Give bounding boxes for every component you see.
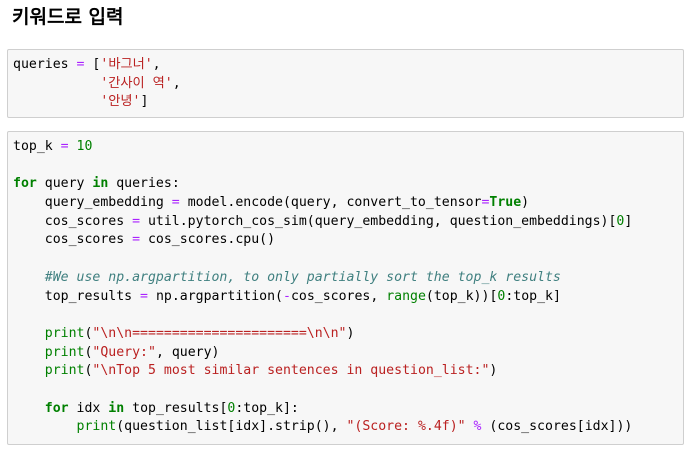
code-token: = [140, 288, 148, 304]
code-token: = [132, 232, 141, 248]
code-token: print [44, 363, 85, 379]
code-cell-queries[interactable]: queries = ['바그너', '간사이 역', '안녕'] [7, 49, 684, 118]
code-line: for query in queries: [13, 175, 683, 194]
code-token: (top_k))[ [425, 288, 498, 304]
code-line: cos_scores = cos_scores.cpu() [13, 231, 683, 250]
code-token: query [36, 176, 93, 192]
code-token: ) [521, 195, 530, 211]
code-token: cos_scores [13, 213, 133, 229]
code-line: print("\nTop 5 most similar sentences in… [13, 362, 683, 381]
code-token: = [60, 139, 69, 154]
code-token: ] [624, 213, 633, 229]
code-token: , [152, 57, 161, 72]
code-token: "\n\n======================\n\n" [92, 325, 347, 341]
code-token: ] [140, 94, 149, 110]
code-token: in [92, 176, 109, 192]
code-token: range [386, 288, 426, 304]
code-token: "\nTop 5 most similar sentences in quest… [92, 363, 490, 379]
code-token: #We use np.argpartition, to only partial… [44, 269, 561, 285]
code-token: '바그너' [100, 57, 153, 72]
code-token: '간사이 역' [100, 75, 173, 91]
code-token: True [489, 195, 522, 211]
code-token: "Query:" [92, 344, 156, 360]
code-token: '안녕' [100, 94, 141, 110]
code-block: top_k = 10 for query in queries: query_e… [8, 132, 683, 437]
code-token: top_results[ [124, 400, 228, 416]
code-line: '안녕'] [13, 93, 683, 112]
code-token: top_k [13, 139, 61, 154]
code-line: queries = ['바그너', [13, 56, 683, 75]
code-line: cos_scores = util.pytorch_cos_sim(query_… [13, 213, 683, 232]
code-token: util.pytorch_cos_sim(query_embedding, qu… [140, 213, 617, 229]
code-token: print [44, 344, 85, 360]
code-token: , query) [155, 344, 220, 360]
code-token: queries [13, 57, 77, 72]
code-token: for [13, 176, 37, 192]
code-token: = [171, 195, 180, 211]
code-token: idx [68, 400, 109, 416]
code-token: cos_scores.cpu() [140, 232, 276, 248]
code-line: top_results = np.argpartition(-cos_score… [13, 288, 683, 307]
section-heading: 키워드로 입력 [12, 6, 124, 28]
code-token: 10 [76, 139, 93, 154]
code-token: (cos_scores[idx])) [481, 419, 633, 435]
code-token: queries: [108, 176, 180, 192]
code-line: for idx in top_results[0:top_k]: [13, 400, 683, 419]
code-token: , [172, 75, 181, 91]
code-token: ) [489, 363, 498, 379]
code-token: query_embedding [13, 195, 172, 211]
code-token: top_results [13, 288, 141, 304]
code-token: [ [84, 57, 101, 72]
code-cell-search[interactable]: top_k = 10 for query in queries: query_e… [7, 131, 684, 445]
code-token: print [76, 419, 117, 435]
code-token: = [132, 213, 141, 229]
code-token: - [282, 288, 291, 304]
code-token: "(Score: %.4f)" [346, 419, 466, 435]
code-line: print(question_list[idx].strip(), "(Scor… [13, 418, 683, 437]
code-token: cos_scores [13, 232, 133, 248]
code-token: :top_k]: [235, 400, 299, 416]
code-token: model.encode(query, convert_to_tensor [179, 195, 482, 211]
code-block: queries = ['바그너', '간사이 역', '안녕'] [8, 50, 683, 112]
code-line: print("\n\n======================\n\n") [13, 325, 683, 344]
code-line: query_embedding = model.encode(query, co… [13, 194, 683, 213]
code-line: '간사이 역', [13, 75, 683, 94]
code-token: print [44, 325, 85, 341]
code-token: (question_list[idx].strip(), [116, 419, 347, 435]
code-line: #We use np.argpartition, to only partial… [13, 269, 683, 288]
code-token: cos_scores, [290, 288, 387, 304]
code-token: for [44, 400, 69, 416]
code-token: ) [346, 325, 355, 341]
code-token: :top_k] [505, 288, 561, 304]
code-line: top_k = 10 [13, 138, 683, 157]
code-token: in [108, 400, 125, 416]
code-token: np.argpartition( [148, 288, 283, 304]
code-line: print("Query:", query) [13, 344, 683, 363]
